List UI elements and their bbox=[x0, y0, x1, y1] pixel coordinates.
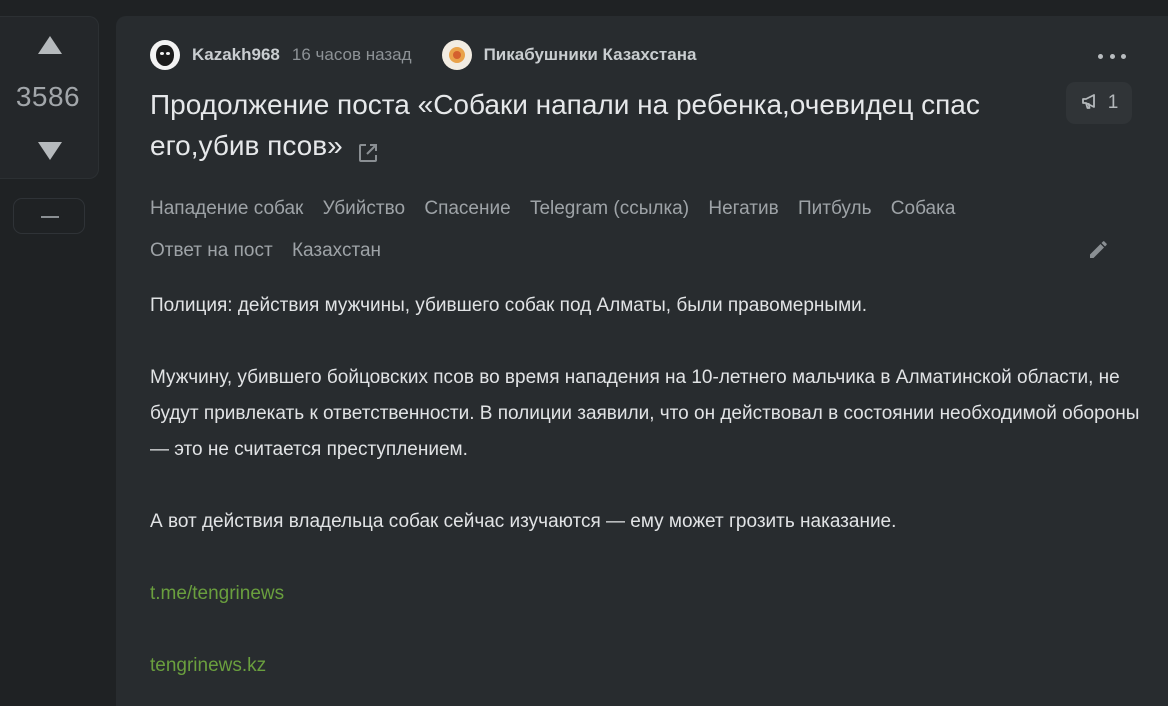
vote-count: 3586 bbox=[15, 81, 81, 112]
megaphone-icon bbox=[1080, 91, 1100, 116]
community-avatar-core bbox=[452, 51, 461, 59]
vote-up-icon[interactable] bbox=[37, 35, 63, 55]
author-avatar-face bbox=[156, 45, 174, 66]
dot bbox=[1109, 53, 1115, 59]
dot bbox=[1098, 53, 1103, 59]
tag[interactable]: Ответ на пост bbox=[150, 230, 273, 272]
dot bbox=[1121, 53, 1126, 59]
author-avatar-eye bbox=[160, 52, 164, 55]
tag[interactable]: Убийство bbox=[323, 188, 405, 230]
tag[interactable]: Собака bbox=[891, 188, 956, 230]
external-link-icon[interactable] bbox=[357, 134, 379, 162]
telegram-link[interactable]: t.me/tengrinews bbox=[150, 583, 284, 604]
author-avatar-eye bbox=[166, 52, 170, 55]
post-title[interactable]: Продолжение поста «Собаки напали на ребе… bbox=[150, 84, 1060, 166]
post-title-text[interactable]: Продолжение поста «Собаки напали на ребе… bbox=[150, 89, 980, 161]
paragraph: Полиция: действия мужчины, убившего соба… bbox=[150, 295, 868, 316]
comments-count: 1 bbox=[1107, 92, 1119, 113]
tag-list: Нападение собак Убийство Спасение Telegr… bbox=[150, 188, 1090, 272]
community-name[interactable]: Пикабушники Казахстана bbox=[484, 45, 697, 65]
tag[interactable]: Telegram (ссылка) bbox=[530, 188, 689, 230]
tag[interactable]: Спасение bbox=[424, 188, 510, 230]
paragraph: А вот действия владельца собак сейчас из… bbox=[150, 511, 897, 532]
collapse-post-button[interactable] bbox=[13, 198, 85, 234]
tag[interactable]: Казахстан bbox=[292, 230, 381, 272]
vote-panel: 3586 bbox=[0, 16, 99, 179]
post-content: Полиция: действия мужчины, убившего соба… bbox=[150, 288, 1140, 684]
more-dots-icon[interactable] bbox=[1098, 52, 1126, 60]
post-card: Kazakh968 16 часов назад Пикабушники Каз… bbox=[116, 16, 1168, 706]
author-name[interactable]: Kazakh968 bbox=[192, 45, 280, 65]
paragraph: Мужчину, убившего бойцовских псов во вре… bbox=[150, 367, 1140, 460]
author-avatar[interactable] bbox=[150, 40, 180, 70]
tag[interactable]: Негатив bbox=[708, 188, 778, 230]
post-header: Kazakh968 16 часов назад Пикабушники Каз… bbox=[150, 40, 696, 70]
post-time: 16 часов назад bbox=[291, 45, 412, 64]
tag[interactable]: Нападение собак bbox=[150, 188, 303, 230]
minus-icon bbox=[41, 216, 59, 218]
pencil-icon[interactable] bbox=[1086, 238, 1110, 262]
community-avatar[interactable] bbox=[441, 40, 472, 70]
vote-down-icon[interactable] bbox=[37, 141, 63, 161]
website-link[interactable]: tengrinews.kz bbox=[150, 655, 266, 676]
comments-button[interactable]: 1 bbox=[1066, 82, 1132, 124]
tag[interactable]: Питбуль bbox=[798, 188, 872, 230]
